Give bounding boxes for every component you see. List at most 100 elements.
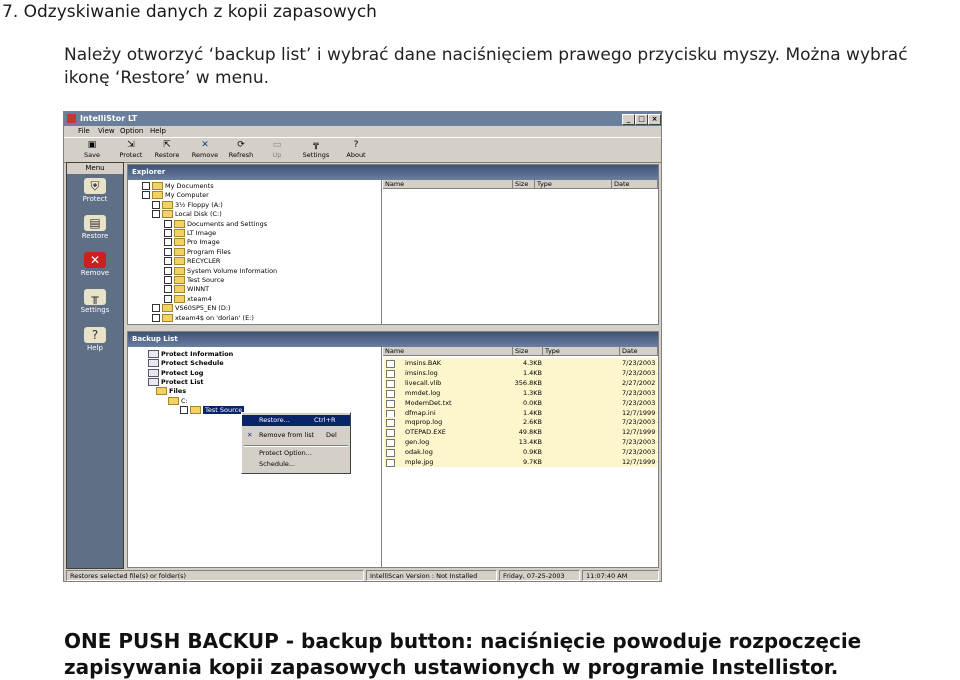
- table-row[interactable]: gen.log 13.4KB 7/23/2003 4:21:45 PM: [384, 437, 658, 448]
- sidebar-item-protect[interactable]: ⛨ Protect: [67, 178, 123, 203]
- context-protect-option-item[interactable]: Protect Option...: [242, 448, 350, 459]
- table-row[interactable]: imsins.log 1.4KB 7/23/2003 4:22:24 PM: [384, 367, 658, 378]
- backup-tree-item[interactable]: Protect List: [148, 377, 204, 387]
- sidebar-item-help[interactable]: ? Help: [67, 327, 123, 352]
- explorer-col-size[interactable]: Size: [513, 180, 535, 189]
- explorer-tree-item[interactable]: Program Files: [164, 247, 231, 257]
- sidebar-item-restore[interactable]: ▤ Restore: [67, 215, 123, 240]
- file-date: 12/7/1999 6:00:00 AM: [622, 408, 658, 417]
- toolbar-remove-button[interactable]: ✕ Remove: [188, 140, 222, 162]
- backup-col-type[interactable]: Type: [543, 347, 620, 356]
- toolbar-restore-button[interactable]: ⇱ Restore: [150, 140, 184, 162]
- backup-tree-item[interactable]: Protect Log: [148, 368, 203, 378]
- maximize-button[interactable]: □: [635, 114, 648, 125]
- backup-tree-item[interactable]: Test Source: [180, 405, 245, 415]
- file-name: imsins.log: [405, 368, 438, 377]
- menu-view[interactable]: View: [98, 127, 115, 135]
- file-date: 7/23/2003 4:19:36 PM: [622, 418, 658, 427]
- backup-col-size[interactable]: Size: [513, 347, 543, 356]
- explorer-tree-item[interactable]: My Computer: [142, 191, 209, 200]
- backup-col-date[interactable]: Date: [620, 347, 658, 356]
- tree-item-label: Program Files: [187, 247, 231, 256]
- table-row[interactable]: imsins.BAK 4.3KB 7/23/2003 8:00:20 AM: [384, 358, 658, 368]
- file-icon: [386, 399, 395, 408]
- toolbar-settings-button[interactable]: ╦ Settings: [299, 140, 333, 162]
- checkbox[interactable]: [164, 247, 172, 256]
- context-item-shortcut: Del: [326, 431, 337, 439]
- checkbox[interactable]: [152, 200, 160, 209]
- file-icon: [386, 360, 395, 368]
- checkbox[interactable]: [164, 238, 172, 247]
- menu-file[interactable]: File: [78, 127, 90, 135]
- context-remove-item[interactable]: ✕ Remove from list Del: [242, 430, 350, 441]
- backup-tree-item[interactable]: Files: [156, 387, 186, 396]
- checkbox[interactable]: [164, 276, 172, 284]
- table-row[interactable]: mqprop.log 2.6KB 7/23/2003 4:19:36 PM: [384, 417, 658, 428]
- explorer-col-date[interactable]: Date: [612, 180, 658, 189]
- toolbar-up-button[interactable]: ▭ Up: [260, 140, 294, 162]
- checkbox[interactable]: [152, 313, 160, 322]
- checkbox[interactable]: [164, 257, 172, 266]
- backup-col-name[interactable]: Name: [383, 347, 513, 356]
- backup-tree-item[interactable]: Protect Schedule: [148, 359, 224, 368]
- sidebar-item-remove[interactable]: ✕ Remove: [67, 252, 123, 277]
- folder-icon: [190, 405, 201, 414]
- checkbox[interactable]: [164, 229, 172, 237]
- explorer-tree-item[interactable]: WINNT: [164, 285, 209, 294]
- checkbox[interactable]: [152, 210, 160, 219]
- explorer-tree-item[interactable]: Local Disk (C:): [152, 210, 222, 219]
- file-size: 49.8KB: [518, 428, 542, 437]
- toolbar-protect-button[interactable]: ⇲ Protect: [114, 140, 148, 162]
- explorer-tree-item[interactable]: My Documents: [142, 182, 214, 191]
- checkbox[interactable]: [142, 182, 150, 190]
- checkbox[interactable]: [164, 294, 172, 303]
- table-row[interactable]: odak.log 0.9KB 7/23/2003 4:22:30 PM: [384, 447, 658, 458]
- backup-tree-item[interactable]: Protect Information: [148, 350, 233, 359]
- explorer-tree-item[interactable]: VS60SP5_EN (D:): [152, 304, 231, 313]
- explorer-col-type[interactable]: Type: [535, 180, 612, 189]
- table-row[interactable]: ModemDet.txt 0.0KB 7/23/2003 11:55:36 PM: [384, 397, 658, 408]
- file-date: 12/7/1999 6:00:00 AM: [622, 428, 658, 437]
- toolbar-about-button[interactable]: ? About: [339, 140, 373, 162]
- toolbar-label: Settings: [302, 151, 330, 159]
- table-row[interactable]: mmdet.log 1.3KB 7/23/2003 11:55:30 PM: [384, 387, 658, 398]
- intro-text: Należy otworzyć ‘backup list’ i wybrać d…: [64, 45, 908, 88]
- table-row[interactable]: OTEPAD.EXE 49.8KB 12/7/1999 6:00:00 AM: [384, 427, 658, 438]
- folder-icon: [168, 396, 179, 405]
- minimize-button[interactable]: _: [622, 114, 635, 125]
- explorer-tree-item[interactable]: System Volume Information: [164, 266, 277, 276]
- context-restore-item[interactable]: Restore... Ctrl+R: [242, 415, 350, 426]
- table-row[interactable]: mple.jpg 9.7KB 12/7/1999 6:00:00 AM: [384, 457, 658, 467]
- checkbox[interactable]: [164, 219, 172, 228]
- checkbox[interactable]: [164, 285, 172, 294]
- backup-tree-item[interactable]: C:: [168, 396, 188, 406]
- explorer-tree-item[interactable]: Test Source: [164, 276, 224, 285]
- checkbox[interactable]: [164, 266, 172, 275]
- explorer-tree-item[interactable]: Pro Image: [164, 238, 220, 247]
- context-schedule-item[interactable]: Schedule...: [242, 459, 350, 470]
- file-name: OTEPAD.EXE: [405, 428, 446, 437]
- toolbar-save-button[interactable]: ▣ Save: [75, 140, 109, 162]
- checkbox[interactable]: [152, 304, 160, 313]
- menu-help[interactable]: Help: [150, 127, 166, 135]
- explorer-tree-item[interactable]: RECYCLER: [164, 257, 220, 266]
- file-name: gen.log: [405, 438, 430, 447]
- explorer-tree-item[interactable]: xteam4: [164, 294, 212, 304]
- explorer-tree-item[interactable]: 3½ Floppy (A:): [152, 200, 223, 210]
- table-row[interactable]: livecall.vlib 356.8KB 2/27/2002 12:00:00 P…: [384, 377, 658, 388]
- checkbox[interactable]: [142, 191, 150, 200]
- toolbar-refresh-button[interactable]: ⟳ Refresh: [224, 140, 258, 162]
- about-icon: ?: [353, 140, 359, 150]
- explorer-tree-item[interactable]: xteam4$ on 'dorian' (E:): [152, 313, 254, 323]
- close-button[interactable]: ×: [648, 114, 661, 125]
- file-date: 7/23/2003 4:22:30 PM: [622, 448, 658, 457]
- explorer-tree-item[interactable]: LT Image: [164, 229, 216, 238]
- sidebar-item-settings[interactable]: ╥ Settings: [67, 289, 123, 314]
- tree-item-label: xteam4$ on 'dorian' (E:): [175, 313, 254, 322]
- menu-option[interactable]: Option: [120, 127, 143, 135]
- explorer-tree-item[interactable]: Documents and Settings: [164, 219, 267, 229]
- explorer-col-name[interactable]: Name: [383, 180, 513, 189]
- table-row[interactable]: dfmap.ini 1.4KB 12/7/1999 6:00:00 AM: [384, 407, 658, 418]
- file-name: odak.log: [405, 448, 433, 457]
- checkbox[interactable]: [180, 405, 188, 414]
